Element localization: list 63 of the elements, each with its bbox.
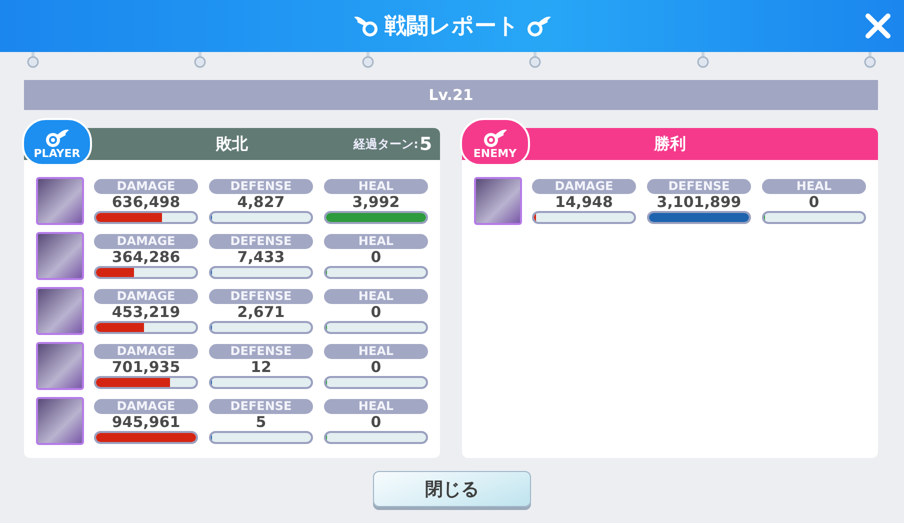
wing-icon xyxy=(482,128,508,148)
character-portrait xyxy=(36,397,84,445)
window-title: 戦闘レポート xyxy=(384,13,520,41)
stat-label: DEFENSE xyxy=(209,234,313,248)
character-portrait xyxy=(474,177,522,225)
stat-label: HEAL xyxy=(324,178,428,194)
stat-value: 7,433 xyxy=(237,248,285,266)
stat-label: DEFENSE xyxy=(209,398,313,414)
character-portrait xyxy=(36,287,84,335)
stat-value: 4,827 xyxy=(237,194,285,210)
stat-label: DEFENSE xyxy=(209,288,313,304)
wing-icon xyxy=(352,15,378,37)
stat-value: 14,948 xyxy=(555,194,613,210)
level-banner: Lv.21 xyxy=(24,80,878,110)
stat-label: HEAL xyxy=(324,344,428,358)
stat-label: DEFENSE xyxy=(647,178,751,194)
stat-label: DAMAGE xyxy=(94,234,198,248)
stat-value: 2,671 xyxy=(237,304,285,320)
stat-label: DEFENSE xyxy=(209,344,313,358)
stat-label: DEFENSE xyxy=(209,178,313,194)
ring-icon xyxy=(362,52,374,68)
stat-value: 5 xyxy=(256,414,266,430)
stat-value: 0 xyxy=(370,248,382,266)
ring-icon xyxy=(194,52,206,68)
team-badge: PLAYER xyxy=(22,118,92,166)
stat-label: DAMAGE xyxy=(94,288,198,304)
stat-value: 12 xyxy=(250,358,272,376)
stat-value: 636,498 xyxy=(112,194,180,210)
battle-result: 敗北 xyxy=(216,134,248,154)
stat-value: 945,961 xyxy=(112,414,180,430)
stat-value: 0 xyxy=(370,358,382,376)
wing-icon xyxy=(526,15,552,37)
stat-label: HEAL xyxy=(324,234,428,248)
character-portrait xyxy=(36,232,84,280)
ring-icon xyxy=(529,52,542,68)
close-button[interactable] xyxy=(864,12,892,40)
wing-icon xyxy=(44,128,70,148)
stat-value: 0 xyxy=(370,414,382,430)
stat-value: 701,935 xyxy=(112,358,180,376)
close-report-button[interactable]: 閉じる xyxy=(373,471,531,507)
team-badge: ENEMY xyxy=(460,118,530,166)
stat-value: 0 xyxy=(808,194,820,210)
stat-label: DAMAGE xyxy=(94,178,198,194)
stat-value: 3,992 xyxy=(352,194,400,210)
stat-label: HEAL xyxy=(762,178,866,194)
battle-result: 勝利 xyxy=(654,134,686,154)
character-portrait xyxy=(36,177,84,225)
turn-label: 経過ターン: xyxy=(354,136,418,152)
stat-label: HEAL xyxy=(324,398,428,414)
stat-label: DAMAGE xyxy=(94,398,198,414)
stat-label: DAMAGE xyxy=(532,178,636,194)
stat-label: DAMAGE xyxy=(94,344,198,358)
stat-value: 364,286 xyxy=(112,248,180,266)
stat-label: HEAL xyxy=(324,288,428,304)
ring-icon xyxy=(27,52,39,68)
character-portrait xyxy=(36,342,84,390)
close-icon xyxy=(864,12,892,40)
turn-count: 5 xyxy=(419,134,432,154)
stat-value: 0 xyxy=(370,304,382,320)
stat-value: 453,219 xyxy=(112,304,180,320)
ring-icon xyxy=(696,52,709,68)
ring-icon xyxy=(864,52,876,68)
stat-value: 3,101,899 xyxy=(656,194,742,210)
